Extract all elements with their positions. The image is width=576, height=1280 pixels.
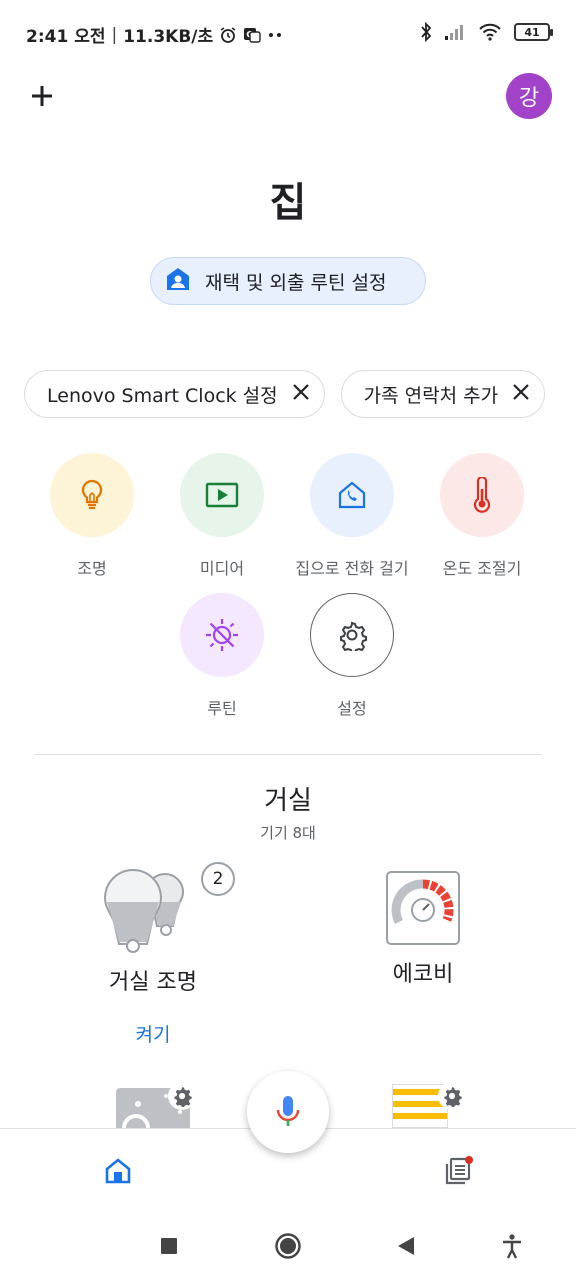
status-left: 2:41 오전 | 11.3KB/초 G	[26, 22, 283, 47]
back-button[interactable]	[392, 1232, 420, 1260]
bluetooth-icon	[420, 22, 432, 42]
home-button[interactable]	[274, 1232, 302, 1260]
battery-indicator: 41	[514, 23, 553, 41]
system-navigation	[0, 1212, 576, 1280]
add-button[interactable]	[22, 76, 62, 116]
nav-home-tab[interactable]	[98, 1151, 138, 1191]
square-icon	[161, 1238, 177, 1254]
shortcut-circle	[50, 453, 134, 537]
status-separator: |	[111, 24, 118, 45]
circle-icon	[275, 1233, 301, 1259]
device-living-room-lights[interactable]: 거실 조명 켜기	[88, 868, 218, 1047]
device-ecobee[interactable]: 에코비	[362, 870, 484, 988]
accessibility-button[interactable]	[498, 1232, 526, 1260]
routine-chip-label: 재택 및 외출 루틴 설정	[205, 271, 387, 294]
recent-apps-button[interactable]	[155, 1232, 183, 1260]
call-home-icon	[338, 481, 366, 509]
shortcut-settings[interactable]: 설정	[287, 593, 417, 719]
thermostat-device-icon	[386, 871, 460, 945]
suggestion-chip-smart-clock[interactable]: Lenovo Smart Clock 설정	[24, 370, 325, 418]
shortcut-circle	[180, 593, 264, 677]
voice-assistant-button[interactable]	[247, 1071, 329, 1153]
shortcut-label: 미디어	[199, 559, 245, 578]
room-title: 거실	[264, 786, 312, 816]
nav-feed-tab[interactable]	[438, 1151, 478, 1191]
account-avatar[interactable]: 강	[506, 73, 552, 119]
shortcut-media[interactable]: 미디어	[157, 453, 287, 579]
home-icon	[105, 1158, 131, 1184]
translate-icon: G	[243, 26, 261, 44]
shortcut-label: 집으로 전화 걸기	[295, 559, 409, 578]
close-icon[interactable]	[292, 383, 310, 405]
suggestion-chip-family-contact[interactable]: 가족 연락처 추가	[340, 370, 546, 418]
gear-icon[interactable]	[168, 1082, 196, 1110]
status-network-speed: 11.3KB/초	[123, 27, 214, 47]
status-right: 41	[420, 22, 553, 42]
status-time: 2:41 오전	[26, 27, 106, 47]
suggestion-chips: Lenovo Smart Clock 설정 가족 연락처 추가	[24, 370, 546, 418]
shortcut-circle	[180, 453, 264, 537]
more-dots-icon	[267, 32, 283, 38]
plus-icon	[32, 86, 52, 106]
media-play-icon	[205, 482, 239, 508]
shortcut-circle	[440, 453, 524, 537]
alarm-icon	[219, 26, 237, 44]
microphone-icon	[276, 1096, 300, 1126]
shortcut-routines[interactable]: 루틴	[157, 593, 287, 719]
light-group-icon	[103, 868, 185, 953]
room-device-count: 기기 8대	[260, 824, 316, 842]
shortcut-call-home[interactable]: 집으로 전화 걸기	[287, 453, 417, 579]
home-person-icon	[165, 266, 191, 296]
signal-icon	[444, 23, 466, 41]
accessibility-icon	[503, 1234, 521, 1259]
gear-icon	[340, 621, 367, 651]
page-title: 집	[269, 180, 307, 226]
turn-on-button[interactable]: 켜기	[136, 1020, 171, 1047]
back-triangle-icon	[398, 1237, 414, 1255]
divider	[34, 754, 542, 755]
shortcut-thermostat[interactable]: 온도 조절기	[417, 453, 547, 579]
shortcut-label: 설정	[337, 699, 367, 718]
shortcut-circle	[310, 453, 394, 537]
wifi-icon	[478, 23, 502, 41]
routine-icon	[206, 619, 238, 651]
gear-icon[interactable]	[438, 1082, 466, 1110]
routine-setup-chip[interactable]: 재택 및 외출 루틴 설정	[150, 257, 426, 305]
thermometer-icon	[473, 477, 491, 513]
close-icon[interactable]	[512, 383, 530, 405]
device-name: 거실 조명	[109, 970, 197, 995]
shortcut-circle	[310, 593, 394, 677]
shortcut-label: 조명	[77, 559, 107, 578]
shortcut-label: 온도 조절기	[442, 559, 522, 578]
shortcut-label: 루틴	[207, 699, 237, 718]
feed-icon	[445, 1156, 473, 1185]
device-name: 에코비	[392, 962, 454, 987]
shortcut-lights[interactable]: 조명	[27, 453, 157, 579]
suggestion-chip-label: 가족 연락처 추가	[363, 384, 499, 407]
lightbulb-icon	[81, 479, 103, 510]
status-bar: 2:41 오전 | 11.3KB/초 G 41	[0, 0, 576, 68]
device-count-badge: 2	[201, 862, 235, 896]
suggestion-chip-label: Lenovo Smart Clock 설정	[47, 384, 278, 407]
